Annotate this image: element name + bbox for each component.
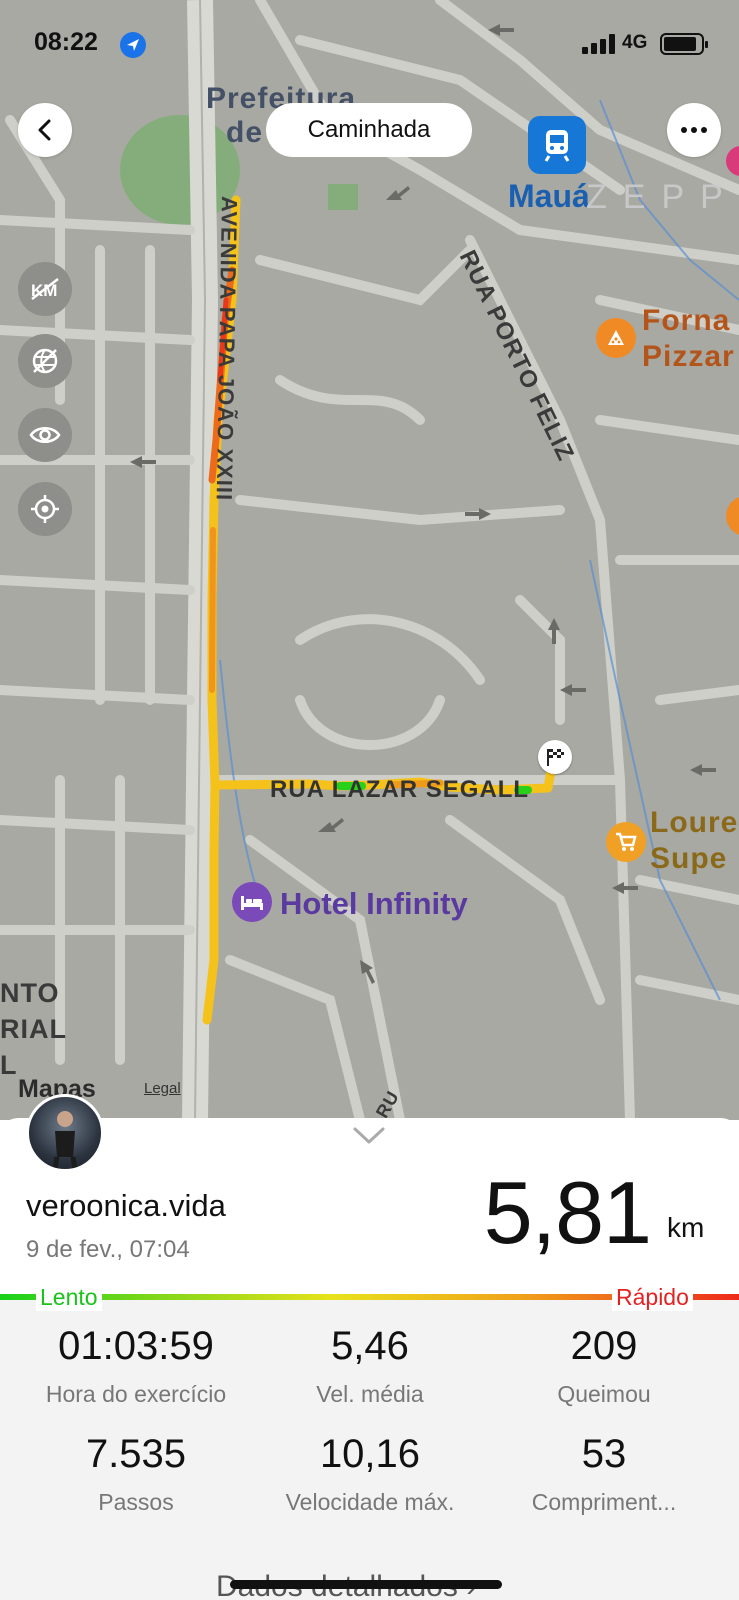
globe-off-icon [32, 348, 58, 374]
stat-exercise-time: 01:03:59 Hora do exercício [16, 1324, 256, 1408]
home-indicator[interactable] [230, 1580, 502, 1589]
network-type: 4G [622, 32, 648, 53]
map-streets [0, 0, 739, 1120]
eye-icon [29, 427, 61, 443]
stat-label: Queimou [557, 1381, 651, 1407]
collapse-sheet-button[interactable] [352, 1126, 386, 1151]
stat-value: 7.535 [85, 1432, 187, 1476]
stat-label: Passos [98, 1489, 174, 1515]
more-options-button[interactable] [667, 103, 721, 157]
more-dots-icon [681, 127, 707, 133]
stat-steps: 7.535 Passos [16, 1432, 256, 1516]
map-label-prefeitura-de: de [226, 116, 264, 149]
map-label-supe: Supe [650, 842, 728, 875]
speed-legend-slow: Lento [36, 1284, 102, 1311]
recenter-button[interactable] [18, 482, 72, 536]
stat-label: Hora do exercício [45, 1381, 227, 1407]
map-label-pizza: Pizzar [642, 340, 735, 373]
map-label-maua: Mauá [508, 178, 590, 214]
map-label-l: L [0, 1050, 18, 1080]
stat-avg-speed: 5,46 Vel. média [250, 1324, 490, 1408]
chevron-left-icon [38, 119, 51, 141]
stat-label: Vel. média [316, 1381, 424, 1407]
stat-stride-length: 53 Compriment... [484, 1432, 724, 1516]
map-label-rial: RIAL [0, 1014, 67, 1044]
km-off-icon: KM [31, 278, 59, 300]
map-label-rua-lazar-segall: RUA LAZAR SEGALL [270, 776, 530, 803]
map-label-nto: NTO [0, 978, 60, 1008]
battery-icon [660, 33, 708, 55]
activity-type-pill[interactable]: Caminhada [266, 103, 472, 157]
route-map[interactable]: Prefeitura de Mauá ZEPP AVENIDA PAPA JOÃ… [0, 0, 739, 1120]
legal-link[interactable]: Legal [144, 1080, 181, 1097]
map-label-forna: Forna [642, 304, 731, 337]
map-label-loure: Loure [650, 806, 739, 839]
speed-legend-fast: Rápido [612, 1284, 693, 1311]
hotel-bed-icon[interactable] [232, 882, 272, 922]
avatar[interactable] [26, 1094, 104, 1172]
username: veroonica.vida [26, 1188, 226, 1223]
finish-flag-icon [538, 740, 572, 774]
crosshair-icon [31, 495, 59, 523]
activity-date: 9 de fev., 07:04 [26, 1236, 190, 1263]
stat-value: 53 [581, 1432, 627, 1476]
signal-bars-icon [582, 34, 615, 54]
status-time: 08:22 [34, 28, 98, 56]
stat-label: Velocidade máx. [285, 1489, 455, 1515]
satellite-toggle-button[interactable] [18, 334, 72, 388]
chevron-down-icon [353, 1127, 385, 1144]
stat-value: 209 [570, 1324, 638, 1368]
stat-value: 10,16 [319, 1432, 421, 1476]
visibility-toggle-button[interactable] [18, 408, 72, 462]
stat-value: 01:03:59 [58, 1324, 214, 1368]
location-arrow-icon [120, 32, 146, 58]
stat-label: Compriment... [531, 1489, 677, 1515]
distance-value: 5,81 [483, 1163, 652, 1262]
distance-unit: km [667, 1212, 705, 1243]
back-button[interactable] [18, 103, 72, 157]
zepp-watermark: ZEPP [586, 178, 739, 216]
km-markers-toggle-button[interactable]: KM [18, 262, 72, 316]
avatar-photo [52, 1111, 78, 1169]
status-bar: 08:22 4G [0, 24, 739, 64]
metro-station-icon[interactable] [528, 116, 586, 174]
stat-max-speed: 10,16 Velocidade máx. [250, 1432, 490, 1516]
shopping-cart-icon[interactable] [606, 822, 646, 862]
stat-calories: 209 Queimou [484, 1324, 724, 1408]
stat-value: 5,46 [331, 1324, 409, 1368]
map-label-hotel-infinity: Hotel Infinity [280, 886, 468, 921]
pizza-icon[interactable] [596, 318, 636, 358]
